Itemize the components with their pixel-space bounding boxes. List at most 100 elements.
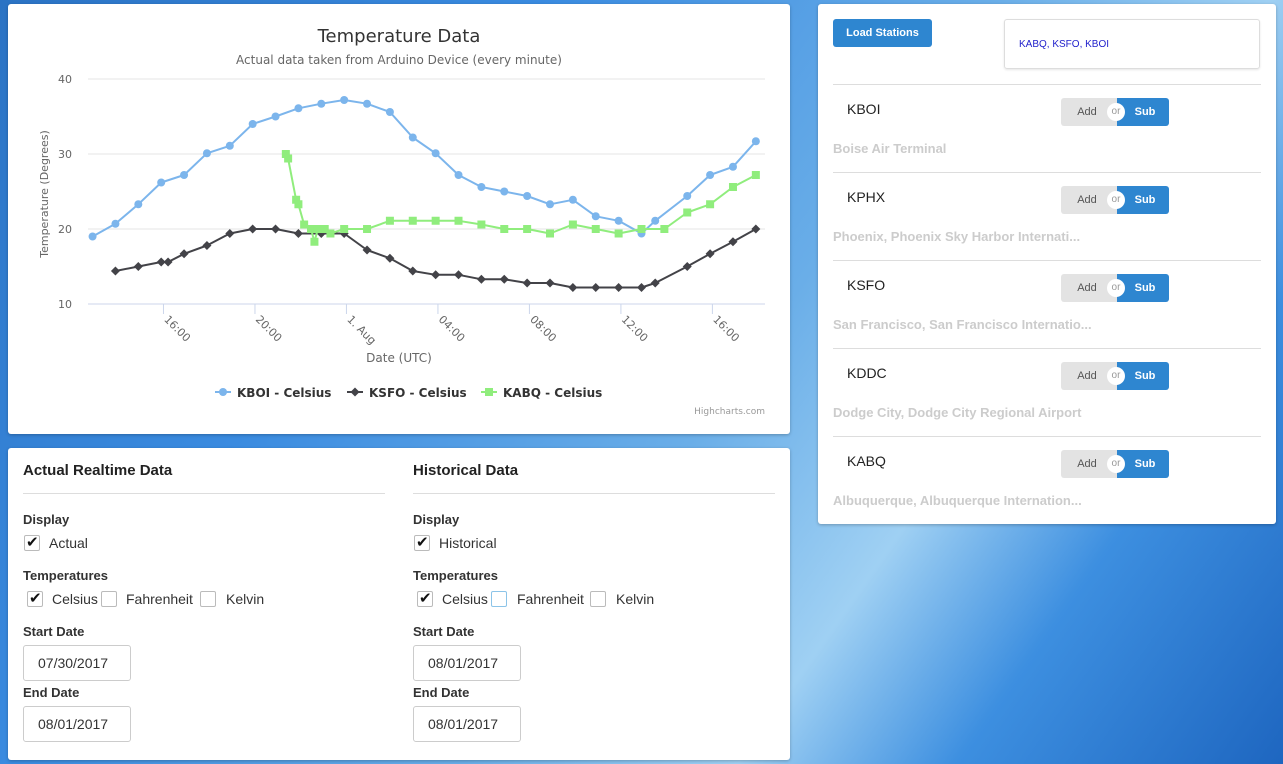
- historical-panel: Historical Data Display Historical Tempe…: [413, 448, 775, 742]
- data-point: [294, 200, 303, 209]
- data-point: [431, 216, 440, 225]
- station-toggle: Add Sub or: [1061, 450, 1169, 478]
- or-separator: or: [1107, 455, 1125, 473]
- realtime-display-label: Display: [23, 512, 70, 527]
- realtime-fahrenheit-label: Fahrenheit: [126, 591, 193, 607]
- data-point: [385, 253, 395, 263]
- data-point: [614, 216, 623, 225]
- y-tick-label: 30: [58, 148, 72, 161]
- data-point: [385, 216, 394, 225]
- data-point: [651, 216, 660, 225]
- data-point: [179, 249, 189, 259]
- chart-credits: Highcharts.com: [694, 407, 765, 417]
- station-row-kphx: KPHX Add Sub or Phoenix, Phoenix Sky Har…: [833, 172, 1261, 260]
- station-toggle: Add Sub or: [1061, 362, 1169, 390]
- data-point: [408, 133, 417, 142]
- realtime-actual-label: Actual: [49, 535, 88, 551]
- historical-checkbox[interactable]: [414, 533, 430, 551]
- legend-item-label: KABQ - Celsius: [503, 386, 602, 400]
- data-point: [660, 225, 669, 233]
- chart-subtitle: Actual data taken from Arduino Device (e…: [236, 53, 562, 67]
- data-point: [591, 283, 601, 292]
- historical-fahrenheit-checkbox[interactable]: [491, 591, 507, 607]
- data-point: [568, 283, 578, 292]
- data-point: [614, 229, 623, 238]
- station-row-kboi: KBOI Add Sub or Boise Air Terminal: [833, 84, 1261, 172]
- data-point: [705, 249, 715, 259]
- data-point: [313, 225, 322, 233]
- data-point: [477, 183, 486, 191]
- data-point: [650, 278, 660, 288]
- data-point: [310, 237, 319, 246]
- or-separator: or: [1107, 367, 1125, 385]
- station-name: Phoenix, Phoenix Sky Harbor Internati...: [833, 229, 1081, 244]
- data-point: [300, 220, 309, 229]
- y-axis-title: Temperature (Degrees): [38, 130, 51, 259]
- data-point: [111, 219, 120, 228]
- realtime-temperatures-label: Temperatures: [23, 568, 109, 583]
- realtime-actual-checkbox[interactable]: [24, 533, 40, 551]
- realtime-kelvin-checkbox[interactable]: [200, 591, 216, 607]
- realtime-kelvin-label: Kelvin: [226, 591, 265, 607]
- data-point: [454, 270, 464, 280]
- data-point: [271, 112, 280, 121]
- legend-marker: [485, 388, 493, 396]
- historical-end-date-input[interactable]: 08/01/2017: [413, 706, 521, 742]
- data-point: [546, 229, 555, 238]
- data-point: [408, 266, 418, 276]
- station-toggle: Add Sub or: [1061, 186, 1169, 214]
- load-stations-button[interactable]: Load Stations: [833, 19, 932, 47]
- realtime-fahrenheit-checkbox[interactable]: [101, 591, 117, 607]
- data-point: [202, 149, 211, 158]
- station-code: KABQ: [847, 453, 886, 469]
- x-tick-label: 16:00: [161, 313, 193, 345]
- data-point: [682, 262, 692, 271]
- historical-fahrenheit-label: Fahrenheit: [517, 591, 584, 607]
- or-separator: or: [1107, 279, 1125, 297]
- or-separator: or: [1107, 191, 1125, 209]
- series-line-0: [92, 99, 757, 238]
- data-point: [431, 270, 441, 280]
- historical-celsius-checkbox[interactable]: [417, 589, 433, 607]
- data-point: [340, 96, 349, 104]
- data-point: [454, 171, 463, 179]
- legend-marker: [219, 388, 227, 396]
- realtime-end-date-input[interactable]: 08/01/2017: [23, 706, 131, 742]
- data-point: [363, 225, 372, 233]
- data-point: [385, 108, 394, 116]
- y-tick-label: 10: [58, 298, 72, 311]
- station-name: San Francisco, San Francisco Internatio.…: [833, 317, 1092, 332]
- data-point: [568, 195, 577, 204]
- data-point: [546, 200, 555, 209]
- data-point: [591, 225, 600, 233]
- station-row-kabq: KABQ Add Sub or Albuquerque, Albuquerque…: [833, 436, 1261, 524]
- station-name: Dodge City, Dodge City Regional Airport: [833, 405, 1082, 420]
- station-code: KSFO: [847, 277, 886, 293]
- data-point: [157, 178, 166, 187]
- data-point: [326, 229, 335, 238]
- data-point: [248, 224, 258, 234]
- x-tick-label: 16:00: [710, 313, 742, 345]
- x-tick-label: 20:00: [253, 313, 285, 345]
- historical-kelvin-checkbox[interactable]: [590, 591, 606, 607]
- selected-stations-field[interactable]: KABQ, KSFO, KBOI: [1004, 19, 1260, 69]
- realtime-celsius-checkbox[interactable]: [27, 589, 43, 607]
- data-point: [284, 154, 293, 163]
- data-point: [706, 200, 715, 209]
- data-point: [248, 120, 257, 128]
- historical-end-date-label: End Date: [413, 685, 470, 700]
- historical-title: Historical Data: [413, 462, 775, 494]
- data-point: [545, 278, 555, 288]
- data-point: [408, 216, 417, 225]
- data-point: [751, 137, 760, 146]
- data-point: [317, 99, 326, 108]
- realtime-start-date-input[interactable]: 07/30/2017: [23, 645, 131, 681]
- data-point: [522, 278, 532, 288]
- x-tick-label: 12:00: [619, 313, 651, 345]
- data-point: [180, 171, 189, 179]
- historical-start-date-input[interactable]: 08/01/2017: [413, 645, 521, 681]
- data-point: [293, 229, 303, 238]
- data-point: [728, 237, 738, 247]
- data-point: [134, 200, 143, 209]
- data-point: [225, 141, 234, 150]
